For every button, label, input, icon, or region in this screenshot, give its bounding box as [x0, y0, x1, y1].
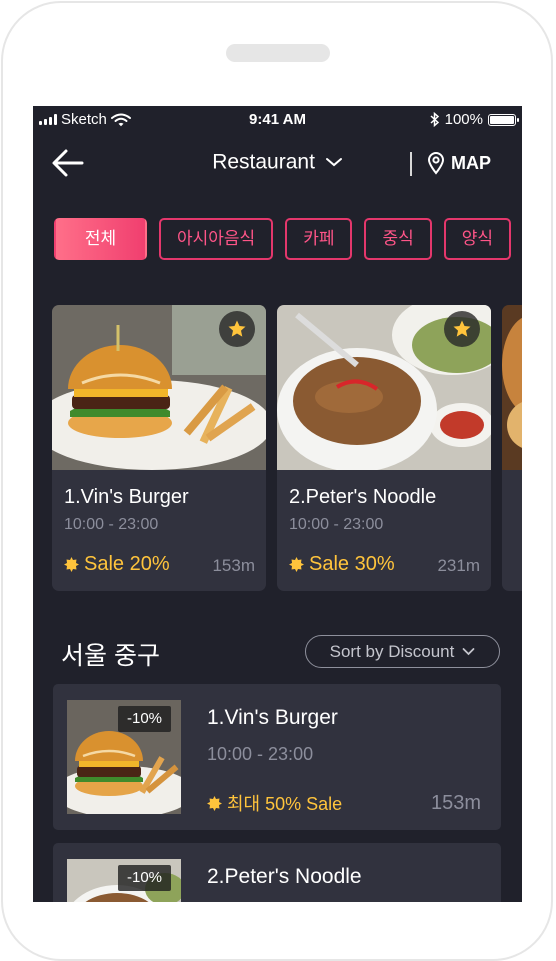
sale-badge-icon [289, 557, 304, 572]
app-screen: Sketch 9:41 AM 100% Restaurant MAP 전체 아시… [33, 106, 522, 902]
sort-dropdown[interactable]: Sort by Discount [305, 635, 500, 668]
restaurant-name: 1.Vin's Burger [64, 486, 189, 508]
sale-label: Sale 30% [309, 553, 395, 575]
noodle-thumbnail: -10% [67, 859, 181, 902]
favorite-star-button[interactable] [444, 311, 480, 347]
food-photo [502, 305, 522, 470]
list-item[interactable]: -10% 1.Vin's Burger 10:00 - 23:00 최대 50%… [53, 684, 501, 830]
discount-badge: -10% [118, 865, 172, 891]
list-item[interactable]: -10% 2.Peter's Noodle [53, 843, 501, 902]
sort-label: Sort by Discount [329, 641, 455, 661]
featured-card-partial[interactable] [502, 305, 522, 591]
map-label: MAP [451, 152, 491, 173]
bluetooth-icon [430, 112, 439, 127]
burger-photo [52, 305, 266, 470]
category-tabs: 전체 아시아음식 카페 중식 양식 [54, 218, 512, 260]
sale-badge-icon [64, 557, 79, 572]
featured-card[interactable]: 1.Vin's Burger 10:00 - 23:00 Sale 20% 15… [52, 305, 266, 591]
sale-label: 최대 50% Sale [227, 794, 343, 814]
navbar: Restaurant MAP [33, 136, 522, 192]
battery-label: 100% [444, 111, 483, 128]
chevron-down-icon [325, 158, 342, 167]
sale-info: Sale 20% [64, 553, 170, 576]
burger-thumbnail: -10% [67, 700, 181, 814]
opening-hours: 10:00 - 23:00 [64, 516, 159, 533]
opening-hours: 10:00 - 23:00 [207, 744, 314, 764]
restaurant-name: 2.Peter's Noodle [289, 486, 437, 508]
distance: 231m [437, 556, 480, 575]
map-button[interactable]: MAP [427, 151, 491, 175]
category-chip-asian[interactable]: 아시아음식 [159, 218, 274, 260]
nav-divider [410, 152, 412, 176]
phone-speaker [226, 44, 330, 62]
restaurant-name: 2.Peter's Noodle [207, 865, 362, 888]
distance: 153m [430, 792, 481, 814]
chevron-down-icon [462, 648, 475, 656]
noodle-photo [277, 305, 491, 470]
featured-carousel: 1.Vin's Burger 10:00 - 23:00 Sale 20% 15… [52, 305, 522, 591]
sale-info: 최대 50% Sale [207, 790, 342, 816]
star-icon [228, 320, 246, 337]
category-chip-cafe[interactable]: 카페 [285, 218, 353, 260]
battery-icon [488, 113, 519, 126]
map-pin-icon [427, 152, 445, 175]
category-chip-chinese[interactable]: 중식 [364, 218, 432, 260]
sale-label: Sale 20% [84, 553, 170, 575]
status-right: 100% [430, 111, 519, 128]
featured-card[interactable]: 2.Peter's Noodle 10:00 - 23:00 Sale 30% … [277, 305, 491, 591]
category-chip-western[interactable]: 양식 [443, 218, 512, 260]
favorite-star-button[interactable] [219, 311, 255, 347]
opening-hours: 10:00 - 23:00 [289, 516, 384, 533]
sale-info: Sale 30% [289, 553, 395, 576]
discount-badge: -10% [118, 706, 172, 732]
sale-badge-icon [207, 795, 222, 811]
section-title: 서울 중구 [61, 642, 160, 670]
category-chip-all[interactable]: 전체 [54, 218, 147, 260]
status-bar: Sketch 9:41 AM 100% [33, 106, 522, 134]
page-title: Restaurant [212, 150, 315, 174]
distance: 153m [212, 556, 255, 575]
star-icon [453, 320, 471, 337]
restaurant-name: 1.Vin's Burger [207, 706, 338, 729]
